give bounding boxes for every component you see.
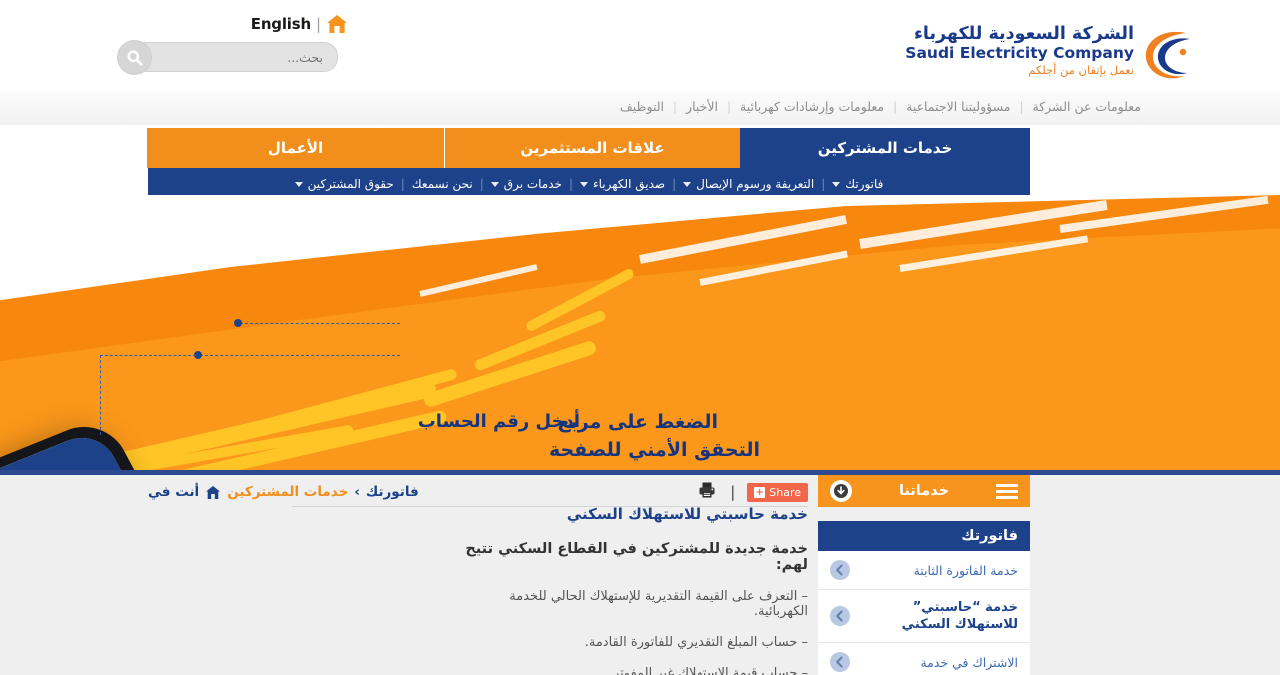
chevron-down-icon (580, 181, 588, 187)
breadcrumb-current[interactable]: فاتورتك (366, 484, 419, 500)
subnav-label: خدمات برق (503, 177, 562, 191)
printer-icon[interactable] (698, 481, 716, 503)
subnav-item-your-bill[interactable]: فاتورتك (825, 177, 890, 191)
utility-item-news[interactable]: الأخبار (677, 99, 727, 114)
article-bullet: – حساب المبلغ التقديري للفاتورة القادمة. (584, 635, 808, 650)
sidebar-section-title: فاتورتك (818, 521, 1030, 551)
share-label: Share (769, 485, 801, 499)
site-logo[interactable]: الشركة السعودية للكهرباء Saudi Electrici… (905, 24, 1202, 86)
chevron-down-icon (832, 181, 841, 187)
subnav-separator: | (400, 177, 405, 191)
subnav-label: فاتورتك (845, 177, 884, 191)
sidebar-item-label: خدمة “حاسبتي” للاستهلاك السكني (901, 600, 1018, 632)
utility-separator: | (893, 99, 898, 114)
subnav-item-subscriber-rights[interactable]: حقوق المشتركين (288, 177, 401, 191)
sidebar-item-label: الاشتراك في خدمة (920, 654, 1018, 670)
sidebar-spacer (818, 507, 1030, 521)
language-separator: | (315, 15, 321, 33)
subnav-separator: | (568, 177, 573, 191)
sidebar-list: خدمة الفاتورة الثابتة خدمة “حاسبتي” للاس… (818, 551, 1030, 675)
callout-line-captcha (200, 355, 400, 356)
chevron-down-icon (683, 181, 692, 187)
sub-navigation-row-1: فاتورتك | التعريفة ورسوم الإيصال | صديق … (148, 174, 1030, 194)
breadcrumb-home-icon[interactable] (205, 485, 221, 500)
callout-line-vertical (100, 355, 101, 435)
subnav-label: صديق الكهرباء (593, 177, 666, 191)
chevron-down-icon (490, 181, 499, 187)
breadcrumb-prefix: أنت في (148, 484, 200, 500)
logo-slogan: نعمل بإتقان من أجلكم (1028, 63, 1134, 77)
share-plus-icon: + (754, 486, 766, 498)
utility-item-electrical-info[interactable]: معلومات وإرشادات كهربائية (731, 99, 893, 114)
sidebar-header: خدماتنا (818, 475, 1030, 507)
article-bullet: – التعرف على القيمة التقديرية للإستهلاك … (509, 589, 808, 619)
article: خدمة حاسبتي للاستهلاك السكني خدمة جديدة … (458, 505, 808, 675)
subnav-separator: | (672, 177, 677, 191)
site-header: English | بحث... الشركة السعودية للكهربا… (0, 0, 1280, 92)
download-arrow-icon[interactable] (830, 480, 852, 502)
search-icon[interactable] (117, 40, 152, 75)
home-icon[interactable] (326, 14, 348, 34)
logo-arabic-name: الشركة السعودية للكهرباء (913, 24, 1134, 44)
hero-note-captcha-line1: الضغط على مربع (557, 411, 718, 433)
breadcrumb-separator: › (354, 484, 360, 500)
subnav-label: حقوق المشتركين (307, 177, 394, 191)
utility-separator: | (1019, 99, 1024, 114)
arrow-left-circle-icon (830, 652, 850, 672)
logo-english-name: Saudi Electricity Company (905, 44, 1134, 62)
hero-note-account-number: أدخل رقم الحساب (417, 411, 580, 432)
callout-line-horizontal (100, 355, 196, 356)
sidebar-item-subscribe-service[interactable]: الاشتراك في خدمة (818, 643, 1030, 675)
utility-item-careers[interactable]: التوظيف (611, 99, 673, 114)
arrow-left-circle-icon (830, 560, 850, 580)
callout-dot (234, 319, 242, 327)
subnav-label: نحن نسمعك (411, 177, 473, 191)
utility-separator: | (673, 99, 678, 114)
utility-item-about[interactable]: معلومات عن الشركة (1024, 99, 1151, 114)
hero-note-captcha-line2: التحقق الأمني للصفحة (548, 439, 760, 461)
article-subtitle: خدمة جديدة للمشتركين في القطاع السكني تت… (465, 541, 808, 573)
breadcrumb: فاتورتك › خدمات المشتركين أنت في (148, 484, 419, 500)
utility-nav: معلومات عن الشركة | مسؤوليتنا الاجتماعية… (611, 99, 1150, 114)
tab-business[interactable]: الأعمال (147, 128, 444, 168)
main-nav-tabs: خدمات المشتركين علاقات المستثمرين الأعما… (147, 128, 1030, 168)
utility-separator: | (727, 99, 732, 114)
sidebar-item-hasbati-service[interactable]: خدمة “حاسبتي” للاستهلاك السكني (818, 590, 1030, 643)
hamburger-icon[interactable] (996, 483, 1018, 499)
search-input[interactable] (146, 43, 325, 71)
sidebar: خدماتنا فاتورتك خدمة الفاتورة الثابتة خد… (818, 475, 1030, 675)
subnav-item-barq-services[interactable]: خدمات برق (484, 177, 569, 191)
article-bullet: – حساب قيمة الاستهلاك غير المفوتر. (608, 666, 808, 675)
chevron-down-icon (294, 181, 303, 187)
search-box[interactable] (117, 40, 338, 75)
sidebar-item-fixed-bill[interactable]: خدمة الفاتورة الثابتة (818, 551, 1030, 590)
sidebar-header-label: خدماتنا (898, 483, 950, 499)
arrow-left-circle-icon (830, 606, 850, 626)
subnav-separator: | (821, 177, 826, 191)
subnav-separator: | (479, 177, 484, 191)
page-title: خدمة حاسبتي للاستهلاك السكني (566, 505, 808, 523)
subnav-item-tariff[interactable]: التعريفة ورسوم الإيصال (676, 177, 821, 191)
breadcrumb-section-link[interactable]: خدمات المشتركين (227, 484, 348, 500)
share-button[interactable]: + Share (747, 482, 808, 502)
callout-line-account (240, 323, 400, 324)
language-home-row: English | (251, 14, 348, 34)
breadcrumb-toolbar: + Share | فاتورتك › خدمات المشتركين أنت … (148, 478, 808, 506)
sidebar-item-label: خدمة الفاتورة الثابتة (913, 562, 1018, 578)
language-switch-link[interactable]: English (251, 15, 311, 33)
subnav-item-electricity-friend[interactable]: صديق الكهرباء (573, 177, 672, 191)
utility-item-social-responsibility[interactable]: مسؤوليتنا الاجتماعية (897, 99, 1019, 114)
toolbar-divider: | (730, 483, 736, 501)
tab-investor-relations[interactable]: علاقات المستثمرين (444, 128, 740, 168)
subnav-item-we-hear-you[interactable]: نحن نسمعك (405, 177, 480, 191)
sec-logo-mark (1140, 26, 1202, 84)
page-root: English | بحث... الشركة السعودية للكهربا… (0, 0, 1280, 675)
hero-banner: أدخل رقم الحساب التحقق من أنك لست روبوت (0, 195, 1280, 472)
tab-subscriber-services[interactable]: خدمات المشتركين (740, 128, 1030, 168)
subnav-label: التعريفة ورسوم الإيصال (696, 177, 815, 191)
